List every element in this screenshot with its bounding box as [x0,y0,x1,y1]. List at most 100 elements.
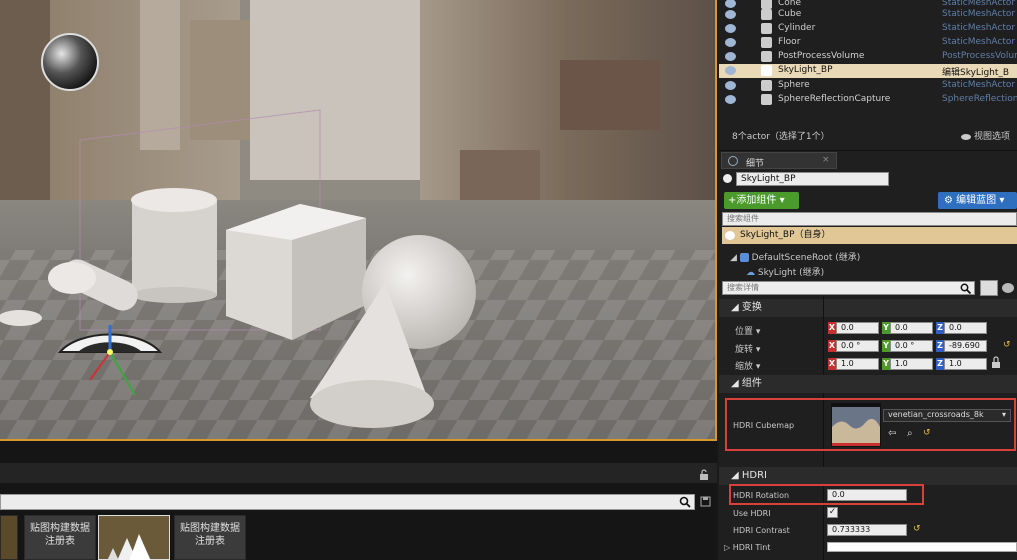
scale-z-field[interactable]: 1.0 [944,358,987,370]
axis-x-label: X [828,322,836,334]
rotation-y-field[interactable]: 0.0 ° [890,340,933,352]
actor-type-icon [761,51,772,62]
hdri-rotation-field[interactable]: 0.0 [827,489,907,501]
hdri-tint-label[interactable]: ▷ HDRI Tint [724,543,770,552]
asset-thumbnail[interactable] [0,515,18,560]
hdri-rotation-label: HDRI Rotation [733,491,790,500]
content-browser-toolbar [0,463,717,483]
grid-view-icon[interactable] [980,280,998,296]
outliner-row-name: Sphere [778,80,810,90]
chevron-down-icon: ▾ [1001,410,1006,419]
hdri-contrast-field[interactable]: 0.733333 [827,524,907,536]
outliner-row-type: StaticMeshActor [942,37,1016,47]
outliner-row-name: Floor [778,37,801,47]
actor-type-icon [761,65,772,76]
outliner-row-type: PostProcessVolum [942,51,1017,61]
eye-icon[interactable] [1002,283,1014,293]
transform-section-header[interactable]: ◢ 变换 [719,299,1017,317]
axis-y-label: Y [882,322,890,334]
expand-arrow-icon: ◢ [730,253,737,263]
rotation-z-field[interactable]: -89.690 [944,340,987,352]
scene-root-icon [739,253,749,262]
eye-icon [961,133,971,140]
hdri-section-header[interactable]: ◢ HDRI [719,467,1017,485]
actor-type-icon [761,9,772,20]
rotation-label[interactable]: 旋转 ▾ [735,342,760,355]
hdri-tint-color-swatch[interactable] [827,542,1017,552]
scale-x-field[interactable]: 1.0 [836,358,879,370]
skylight-icon [725,231,735,240]
actor-count: 8个actor（选择了1个） [732,132,830,142]
outliner-row[interactable]: Cylinder StaticMeshActor [719,22,1017,36]
scale-label[interactable]: 缩放 ▾ [735,359,760,372]
close-icon[interactable]: × [822,155,830,165]
search-icon[interactable] [960,283,972,294]
content-search-input[interactable] [0,494,695,510]
use-hdri-label: Use HDRI [733,509,771,518]
actor-type-icon [761,80,772,91]
asset-thumbnail[interactable]: 贴图构建数据 注册表 [24,515,96,560]
asset-thumbnail[interactable]: 贴图构建数据 注册表 [174,515,246,560]
lock-icon[interactable] [698,469,710,481]
asset-label: 贴图构建数据 注册表 [30,523,90,547]
axis-y-label: Y [882,358,890,370]
outliner-row-type: StaticMeshActor [942,80,1016,90]
outliner-row-name: SkyLight_BP [778,65,833,75]
visibility-eye-icon[interactable] [725,24,736,33]
component-skylight-item[interactable]: ☁ SkyLight (继承) [746,265,824,278]
use-hdri-checkbox[interactable]: ✓ [827,507,838,518]
mesh-preview-icon [107,534,151,560]
actor-name-input[interactable]: SkyLight_BP [736,172,889,186]
save-search-icon[interactable] [700,496,712,508]
actor-type-icon [761,94,772,105]
outliner-row[interactable]: Sphere StaticMeshActor [719,79,1017,93]
outliner-row-name: Cone [778,0,802,8]
outliner-row[interactable]: PostProcessVolume PostProcessVolum [719,50,1017,64]
tab-details[interactable]: 细节 × [721,152,837,169]
outliner-row-type: StaticMeshActor [942,9,1016,19]
location-z-field[interactable]: 0.0 [944,322,987,334]
outliner-row[interactable]: Floor StaticMeshActor [719,36,1017,50]
visibility-eye-icon[interactable] [725,10,736,19]
visibility-eye-icon[interactable] [725,0,736,8]
axis-x-label: X [828,358,836,370]
rotation-x-field[interactable]: 0.0 ° [836,340,879,352]
location-x-field[interactable]: 0.0 [836,322,879,334]
use-selected-arrow-icon[interactable]: ⇦ [888,428,896,439]
view-options-button[interactable]: 视图选项 [961,129,1010,142]
axis-z-label: Z [936,358,944,370]
outliner-row-name: SphereReflectionCapture [778,94,891,104]
visibility-eye-icon[interactable] [725,52,736,61]
edit-blueprint-button[interactable]: ⚙ 编辑蓝图 ▾ [938,192,1017,209]
component-root-item[interactable]: ◢ DefaultSceneRoot (继承) [730,250,860,263]
location-y-field[interactable]: 0.0 [890,322,933,334]
visibility-eye-icon[interactable] [725,66,736,75]
visibility-eye-icon[interactable] [725,38,736,47]
cubemap-asset-dropdown[interactable]: venetian_crossroads_8k ▾ [883,409,1011,422]
visibility-eye-icon[interactable] [725,95,736,104]
outliner-row[interactable]: SphereReflectionCapture SphereReflection [719,93,1017,107]
search-details-input[interactable]: 搜索详情 [722,281,975,295]
component-self-item[interactable]: SkyLight_BP（自身） [722,227,1017,244]
reset-icon[interactable]: ↺ [923,428,931,438]
search-icon[interactable] [679,496,692,509]
outliner-row-name: Cylinder [778,23,816,33]
lock-icon[interactable] [991,356,1001,369]
actor-type-icon [761,37,772,48]
visibility-eye-icon[interactable] [725,81,736,90]
asset-thumbnail-selected[interactable] [98,515,170,560]
search-components-input[interactable]: 搜索组件 [722,212,1017,226]
outliner-row[interactable]: SkyLight_BP 编辑SkyLight_B [719,64,1017,78]
component-section-header[interactable]: ◢ 组件 [719,375,1017,393]
cubemap-thumbnail[interactable] [831,403,881,447]
location-label[interactable]: 位置 ▾ [735,324,760,337]
reset-icon[interactable]: ↺ [913,524,921,534]
browse-search-icon[interactable]: ⌕ [907,428,913,439]
outliner-row-type: 编辑SkyLight_B [942,68,1010,78]
add-component-button[interactable]: +添加组件 ▾ [724,192,799,209]
level-viewport[interactable] [0,0,717,441]
outliner-row-name: Cube [778,9,802,19]
scale-y-field[interactable]: 1.0 [890,358,933,370]
reset-rotation-icon[interactable]: ↺ [1003,340,1011,350]
outliner-row[interactable]: Cube StaticMeshActor [719,8,1017,22]
